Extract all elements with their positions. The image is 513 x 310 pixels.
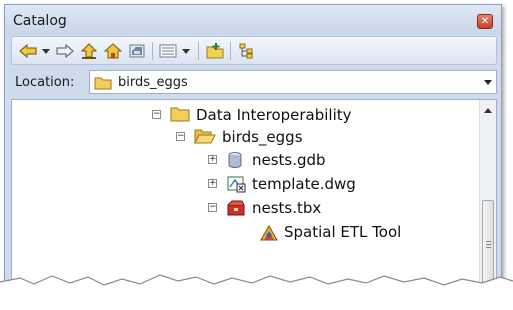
location-label: Location:: [15, 75, 75, 90]
grip-line: [486, 247, 491, 248]
toggle-contents-icon: [239, 43, 253, 59]
home-icon: [103, 43, 123, 59]
toolbar-separator: [198, 42, 199, 60]
connect-folder-button[interactable]: [126, 41, 148, 61]
collapse-icon[interactable]: −: [208, 203, 217, 212]
forward-icon: [56, 43, 74, 59]
tree-node-label: template.dwg: [252, 175, 356, 193]
folder-icon: [170, 106, 190, 126]
catalog-toolbar: [11, 36, 497, 65]
cad-dataset-icon: [226, 175, 246, 197]
expand-icon[interactable]: +: [208, 155, 217, 164]
up-one-level-button[interactable]: [78, 41, 100, 61]
back-icon: [19, 43, 50, 59]
add-folder-button[interactable]: [204, 41, 226, 61]
connect-folder-icon: [129, 44, 145, 58]
location-value: birds_eggs: [118, 75, 188, 90]
tree-node-template-dwg[interactable]: + template.dwg: [208, 174, 428, 196]
spatial-etl-tool-icon: [258, 223, 280, 247]
toolbar-separator: [152, 42, 153, 60]
toggle-contents-button[interactable]: [236, 41, 258, 61]
location-bar: Location: birds_eggs: [11, 69, 497, 95]
tree-node-nests-gdb[interactable]: + nests.gdb: [208, 150, 408, 172]
back-button[interactable]: [18, 41, 52, 61]
title-bar[interactable]: Catalog ✕: [5, 5, 501, 35]
tree-node-label: nests.tbx: [252, 199, 322, 217]
grip-line: [486, 244, 491, 245]
expand-icon[interactable]: +: [208, 179, 217, 188]
scroll-up-icon[interactable]: [484, 108, 492, 113]
catalog-window: Catalog ✕ Location: birds_eggs − Data In…: [4, 4, 502, 304]
toolbox-icon: [226, 199, 246, 221]
home-button[interactable]: [102, 41, 124, 61]
collapse-icon[interactable]: −: [176, 132, 185, 141]
window-title: Catalog: [13, 13, 67, 29]
tree-node-birds-eggs[interactable]: − birds_eggs: [176, 127, 436, 149]
grip-line: [486, 241, 491, 242]
forward-button[interactable]: [54, 41, 76, 61]
open-folder-icon: [194, 128, 216, 148]
views-button[interactable]: [158, 41, 194, 61]
folder-icon: [94, 75, 112, 94]
tree-node-label: nests.gdb: [252, 151, 326, 169]
views-icon: [159, 44, 190, 58]
tree-node-nests-tbx[interactable]: − nests.tbx: [208, 198, 408, 220]
collapse-icon[interactable]: −: [152, 110, 161, 119]
toolbar-separator: [230, 42, 231, 60]
up-one-level-icon: [80, 43, 98, 59]
tree-node-data-interoperability[interactable]: − Data Interoperability: [152, 105, 452, 127]
tree-node-spatial-etl-tool[interactable]: Spatial ETL Tool: [258, 222, 458, 244]
chevron-down-icon[interactable]: [484, 80, 492, 85]
location-combobox[interactable]: birds_eggs: [89, 70, 497, 94]
close-icon: ✕: [480, 15, 490, 27]
add-folder-icon: [206, 43, 224, 59]
tree-node-label: Data Interoperability: [196, 106, 352, 124]
torn-paper-edge: [0, 274, 513, 310]
tree-node-label: Spatial ETL Tool: [284, 223, 402, 241]
close-button[interactable]: ✕: [477, 14, 493, 29]
geodatabase-icon: [226, 151, 244, 173]
tree-node-label: birds_eggs: [222, 128, 303, 146]
